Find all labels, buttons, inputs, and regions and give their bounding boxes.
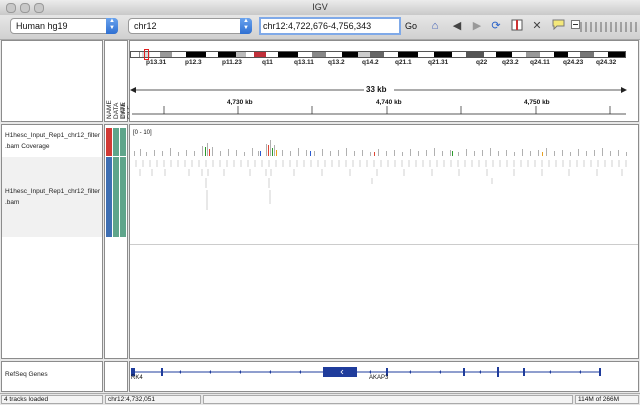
status-memory[interactable]: 114M of 266M bbox=[575, 395, 639, 404]
refseq-track-name[interactable]: RefSeq Genes bbox=[5, 371, 48, 378]
attribute-header-panel: NAME DATA TYPE DATA FILE bbox=[104, 40, 134, 122]
genome-select-value: Human hg19 bbox=[16, 21, 68, 31]
attr-header-name[interactable]: NAME bbox=[106, 100, 113, 119]
track-name-panel: H1hesc_Input_Rep1_chr12_filter .bam Cove… bbox=[1, 124, 103, 359]
resize-to-window-icon[interactable]: ✕ bbox=[530, 19, 544, 33]
zoom-slider[interactable] bbox=[579, 21, 639, 33]
locus-input[interactable]: chr12:4,722,676-4,756,343 bbox=[259, 17, 401, 35]
chromosome-select[interactable]: chr12 ▲ ▼ bbox=[128, 18, 252, 34]
ideogram-outline bbox=[130, 51, 626, 58]
attr-cell-type-coverage[interactable] bbox=[113, 128, 119, 156]
span-ruler bbox=[130, 85, 627, 115]
close-window-button[interactable] bbox=[6, 3, 16, 13]
band-label: q13.2 bbox=[328, 59, 345, 66]
band-label: p13.31 bbox=[146, 59, 167, 66]
attr-cell-type-bam[interactable] bbox=[113, 157, 119, 237]
band-label: p11.23 bbox=[222, 59, 242, 66]
header-name-panel bbox=[1, 40, 103, 122]
band-label: q13.11 bbox=[294, 59, 314, 66]
roi-glyph bbox=[511, 19, 523, 31]
minimize-window-button[interactable] bbox=[20, 3, 30, 13]
status-tracks-loaded: 4 tracks loaded bbox=[1, 395, 103, 404]
span-label: 33 kb bbox=[366, 85, 387, 94]
toolbar: Human hg19 ▲ ▼ chr12 ▲ ▼ chr12:4,722,676-4… bbox=[0, 15, 640, 40]
track-divider bbox=[130, 244, 638, 245]
bam-track-name-suffix[interactable]: .bam bbox=[5, 199, 19, 206]
band-label: q22 bbox=[476, 59, 488, 66]
go-button[interactable]: Go bbox=[405, 18, 417, 34]
band-label: q24.32 bbox=[596, 59, 617, 66]
gene-label-akap3: AKAP3 bbox=[369, 375, 389, 381]
coverage-track[interactable] bbox=[132, 129, 632, 157]
bam-track-name[interactable]: H1hesc_Input_Rep1_chr12_filter bbox=[5, 188, 100, 195]
speech-bubble-glyph bbox=[552, 19, 564, 31]
locus-input-value: chr12:4,722,676-4,756,343 bbox=[263, 21, 372, 31]
data-panel[interactable]: [0 - 10] bbox=[129, 124, 639, 359]
status-message bbox=[203, 395, 573, 404]
attr-cell-name-bam[interactable] bbox=[106, 157, 112, 237]
ruler-tick-label: 4,750 kb bbox=[524, 99, 550, 106]
coverage-track-name-suffix[interactable]: .bam Coverage bbox=[5, 143, 49, 150]
ruler-tick-label: 4,740 kb bbox=[376, 99, 402, 106]
genome-select-arrow-icon: ▲ ▼ bbox=[106, 18, 118, 34]
window-title: IGV bbox=[312, 2, 328, 12]
band-label: q11 bbox=[262, 59, 273, 66]
band-label: q21.31 bbox=[428, 59, 449, 66]
forward-arrow-icon[interactable]: ▶ bbox=[470, 19, 484, 33]
feature-attribute-panel bbox=[104, 361, 128, 392]
band-label: q24.11 bbox=[530, 59, 550, 66]
chromosome-ideogram[interactable]: p13.31 p12.3 p11.23 q11 q13.11 q13.2 q14… bbox=[130, 49, 626, 66]
chromosome-select-value: chr12 bbox=[134, 21, 157, 31]
status-bar: 4 tracks loaded chr12:4,732,051 114M of … bbox=[0, 393, 640, 405]
band-label: q24.23 bbox=[563, 59, 584, 66]
gene-label-left: RK4 bbox=[131, 375, 143, 381]
feature-name-panel: RefSeq Genes bbox=[1, 361, 103, 392]
status-position-text: chr12:4,732,051 bbox=[108, 396, 155, 403]
chromosome-select-arrow-icon: ▲ ▼ bbox=[240, 18, 252, 34]
genome-select[interactable]: Human hg19 ▲ ▼ bbox=[10, 18, 118, 34]
coverage-track-name[interactable]: H1hesc_Input_Rep1_chr12_filter bbox=[5, 132, 100, 139]
ruler-tick-label: 4,730 kb bbox=[227, 99, 253, 106]
popup-text-icon[interactable] bbox=[551, 19, 565, 33]
feature-data-panel[interactable]: RK4 AKAP3 bbox=[129, 361, 639, 392]
roi-icon[interactable] bbox=[510, 19, 524, 33]
zoom-window-button[interactable] bbox=[34, 3, 44, 13]
band-label: p12.3 bbox=[185, 59, 202, 66]
status-position: chr12:4,732,051 bbox=[105, 395, 201, 404]
band-label: q14.2 bbox=[362, 59, 379, 66]
attr-cell-name-coverage[interactable] bbox=[106, 128, 112, 156]
status-tracks-loaded-text: 4 tracks loaded bbox=[4, 396, 49, 403]
attr-cell-file-bam[interactable] bbox=[120, 157, 126, 237]
back-arrow-icon[interactable]: ◀ bbox=[450, 19, 464, 33]
home-icon[interactable]: ⌂ bbox=[428, 19, 442, 33]
band-label: q21.1 bbox=[395, 59, 412, 66]
alignment-track[interactable] bbox=[132, 158, 632, 248]
window-titlebar: IGV bbox=[0, 0, 640, 16]
status-memory-text: 114M of 266M bbox=[578, 396, 620, 403]
refresh-icon[interactable]: ⟳ bbox=[489, 19, 503, 33]
band-label: q23.2 bbox=[502, 59, 519, 66]
attribute-panel bbox=[104, 124, 128, 359]
attr-cell-file-coverage[interactable] bbox=[120, 128, 126, 156]
track-highlight bbox=[2, 157, 102, 237]
